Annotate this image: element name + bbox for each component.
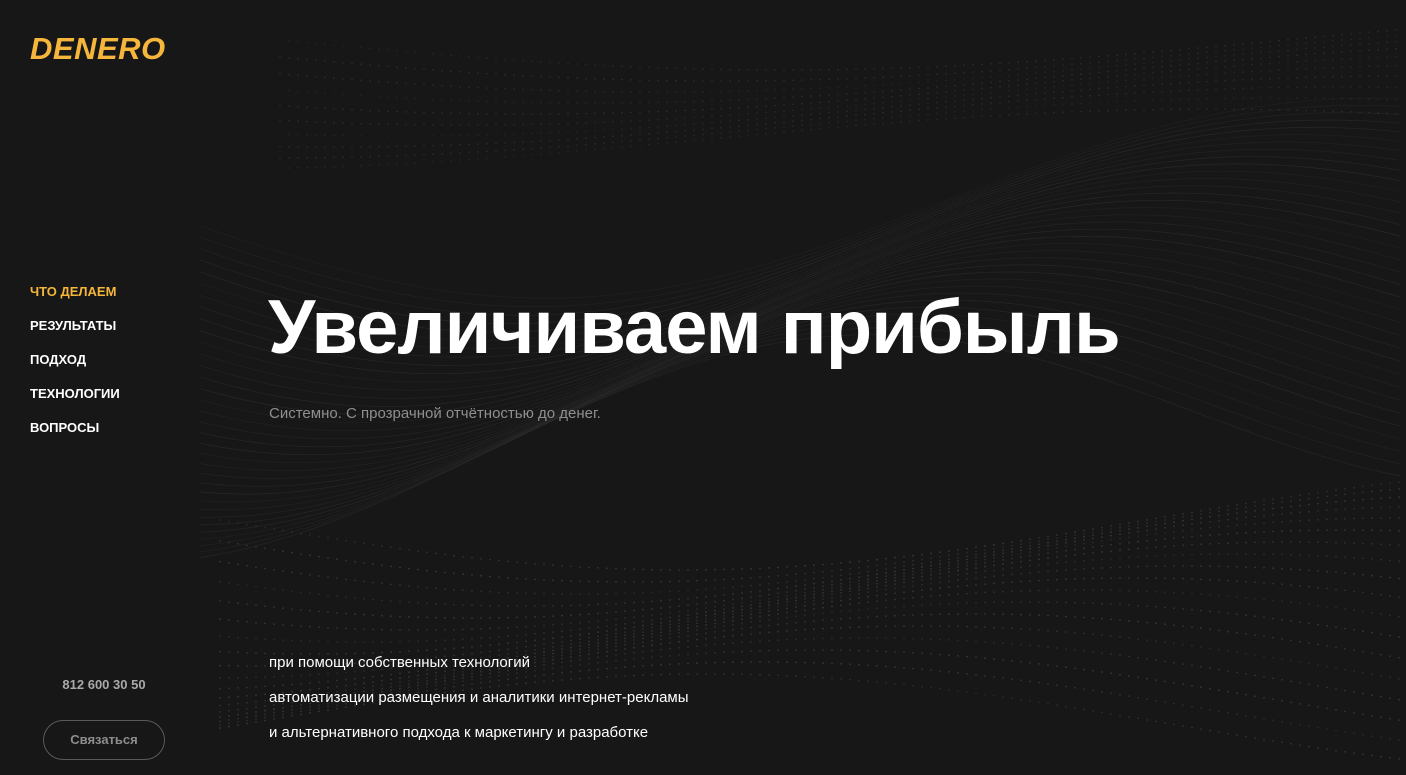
nav-item-what-we-do[interactable]: ЧТО ДЕЛАЕМ — [30, 283, 120, 301]
nav-item-results[interactable]: РЕЗУЛЬТАТЫ — [30, 317, 120, 335]
feature-list: при помощи собственных технологий автома… — [269, 652, 689, 757]
phone-number[interactable]: 812 600 30 50 — [30, 677, 178, 692]
feature-item: при помощи собственных технологий — [269, 654, 530, 671]
nav-item-approach[interactable]: ПОДХОД — [30, 351, 120, 369]
hero-headline: Увеличиваем прибыль — [268, 285, 1121, 370]
nav-item-questions[interactable]: ВОПРОСЫ — [30, 419, 120, 437]
hero-subtitle: Системно. С прозрачной отчётностью до де… — [269, 405, 601, 422]
contact-button[interactable]: Связаться — [43, 720, 165, 760]
feature-item: и альтернативного подхода к маркетингу и… — [269, 724, 649, 741]
main-nav: ЧТО ДЕЛАЕМ РЕЗУЛЬТАТЫ ПОДХОД ТЕХНОЛОГИИ … — [30, 283, 120, 453]
logo[interactable]: DENERO — [30, 33, 166, 64]
nav-item-technologies[interactable]: ТЕХНОЛОГИИ — [30, 385, 120, 403]
feature-item: автоматизации размещения и аналитики инт… — [269, 689, 689, 706]
background-wave-graphic — [199, 29, 1401, 760]
landing-page: DENERO ЧТО ДЕЛАЕМ РЕЗУЛЬТАТЫ ПОДХОД ТЕХН… — [0, 0, 1406, 775]
